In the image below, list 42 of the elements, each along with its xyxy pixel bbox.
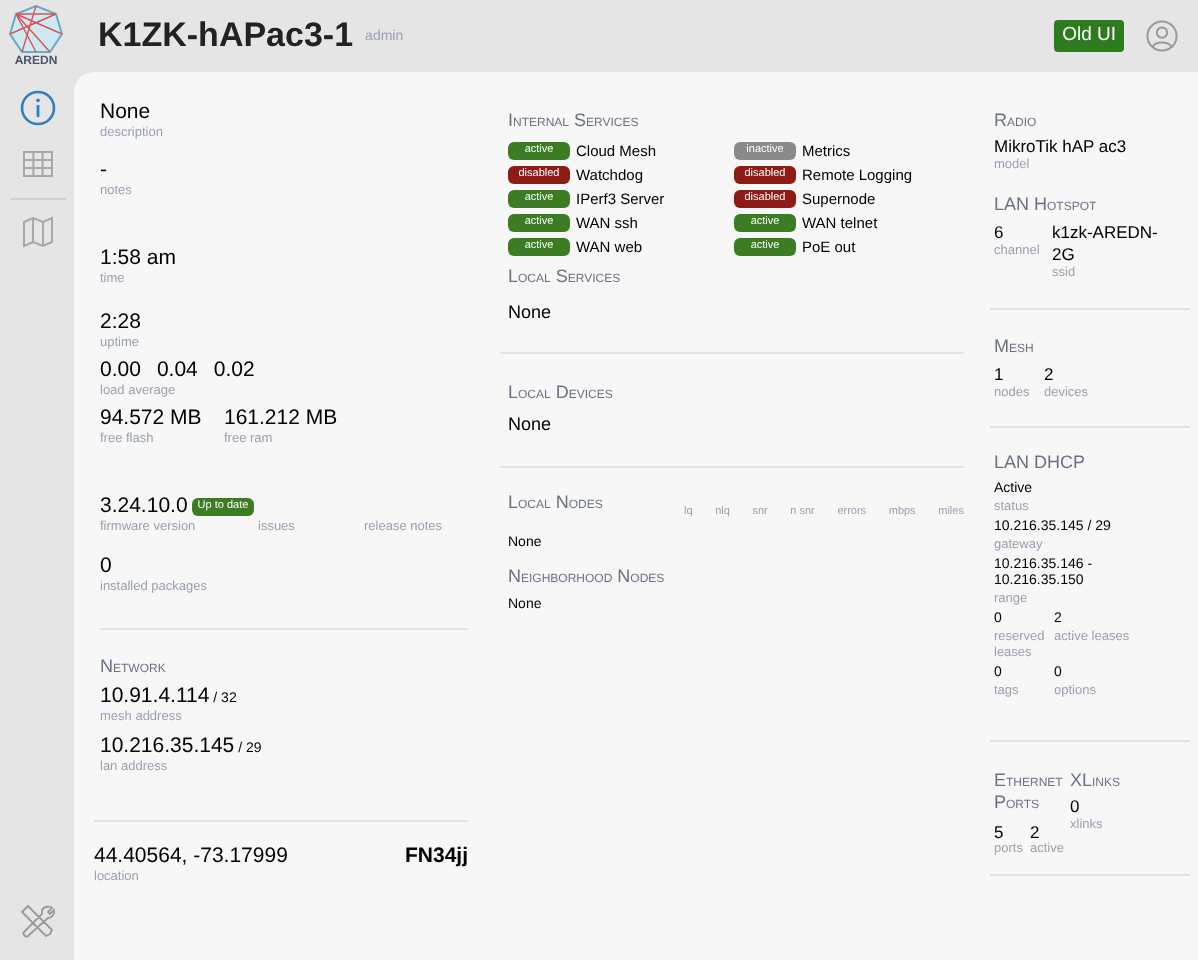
field-value: 5 (994, 821, 1006, 843)
load-value: 0.00 (100, 358, 141, 384)
info-icon[interactable] (17, 88, 57, 128)
section-heading: Ethernet Ports (994, 770, 1065, 816)
logo-icon (8, 4, 64, 56)
field-value: 2 (1030, 821, 1042, 842)
map-icon[interactable] (17, 212, 57, 252)
field-value: 6 (994, 222, 1006, 244)
field-value: MikroTik hAP ac3 (994, 136, 1129, 158)
section-heading: XLinks (1070, 770, 1121, 793)
field-value: None (508, 299, 554, 325)
field-value: 0 (1070, 796, 1082, 818)
grid-locator-text: FN34jj (404, 843, 468, 870)
section-heading: Mesh (994, 335, 1036, 358)
firmware-version: 3.24.10.0 (100, 493, 188, 520)
field-value: 94.572 MB (100, 406, 204, 432)
section-heading: Radio (994, 110, 1039, 133)
load-value: 0.02 (213, 358, 255, 385)
section-heading: Neighborhood Nodes (508, 565, 667, 588)
field-value: 0 (100, 553, 114, 580)
field-value: k1zk-AREDN-2G (1052, 222, 1160, 265)
section-heading: Network (100, 656, 168, 679)
old-ui-button[interactable]: Old UI (1054, 20, 1124, 52)
section-heading: LAN DHCP (994, 451, 1088, 474)
section-heading: Internal Services (508, 110, 641, 133)
field-value: - (100, 158, 109, 185)
field-value: None (100, 100, 153, 126)
field-value: 1:58 am (100, 245, 178, 272)
node-title: K1ZK-hAPac3-1 (98, 14, 354, 59)
load-value: 0.04 (156, 358, 198, 385)
field-value: 44.40564, -73.17999 (94, 843, 288, 870)
section-heading: Local Nodes (508, 491, 605, 514)
user-icon[interactable] (1146, 20, 1178, 52)
tools-icon[interactable] (19, 904, 55, 940)
section-heading: Local Services (508, 266, 623, 289)
field-value: 1 (994, 363, 1006, 385)
field-value: None (508, 412, 554, 439)
section-heading: Local Devices (508, 382, 615, 405)
field-value: 2:28 (100, 309, 143, 336)
field-value: 2 (1044, 363, 1056, 385)
section-heading: LAN Hotspot (994, 194, 1099, 217)
field-value: 161.212 MB (224, 406, 340, 432)
